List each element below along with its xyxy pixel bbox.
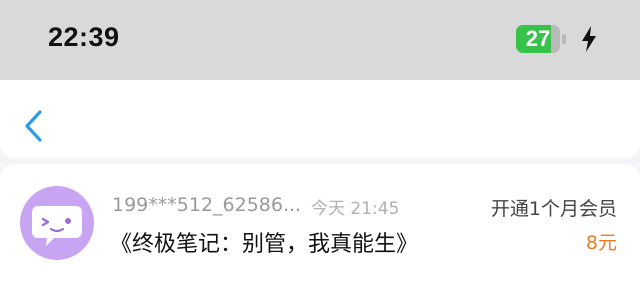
navigation-bar: [0, 80, 640, 158]
order-timestamp: 今天 21:45: [311, 199, 400, 219]
username: 199***512_62586...: [112, 194, 302, 216]
status-bar: 22:39 27: [0, 0, 640, 80]
battery-icon: 27: [516, 25, 568, 53]
avatar: [20, 186, 94, 260]
battery-body: 27: [516, 25, 560, 53]
order-list-item[interactable]: 199***512_62586... 今天 21:45 《终极笔记：别管，我真能…: [0, 164, 640, 285]
charging-bolt-icon: [582, 26, 596, 52]
battery-cap: [562, 34, 566, 44]
membership-plan: 开通1个月会员: [490, 198, 617, 220]
status-time: 22:39: [48, 22, 120, 52]
item-title: 《终极笔记：别管，我真能生》: [110, 232, 419, 257]
chat-bubble-face-icon: [32, 206, 82, 246]
chevron-left-icon[interactable]: [22, 108, 46, 144]
battery-level: 27: [525, 26, 551, 51]
price: 8元: [585, 232, 617, 254]
